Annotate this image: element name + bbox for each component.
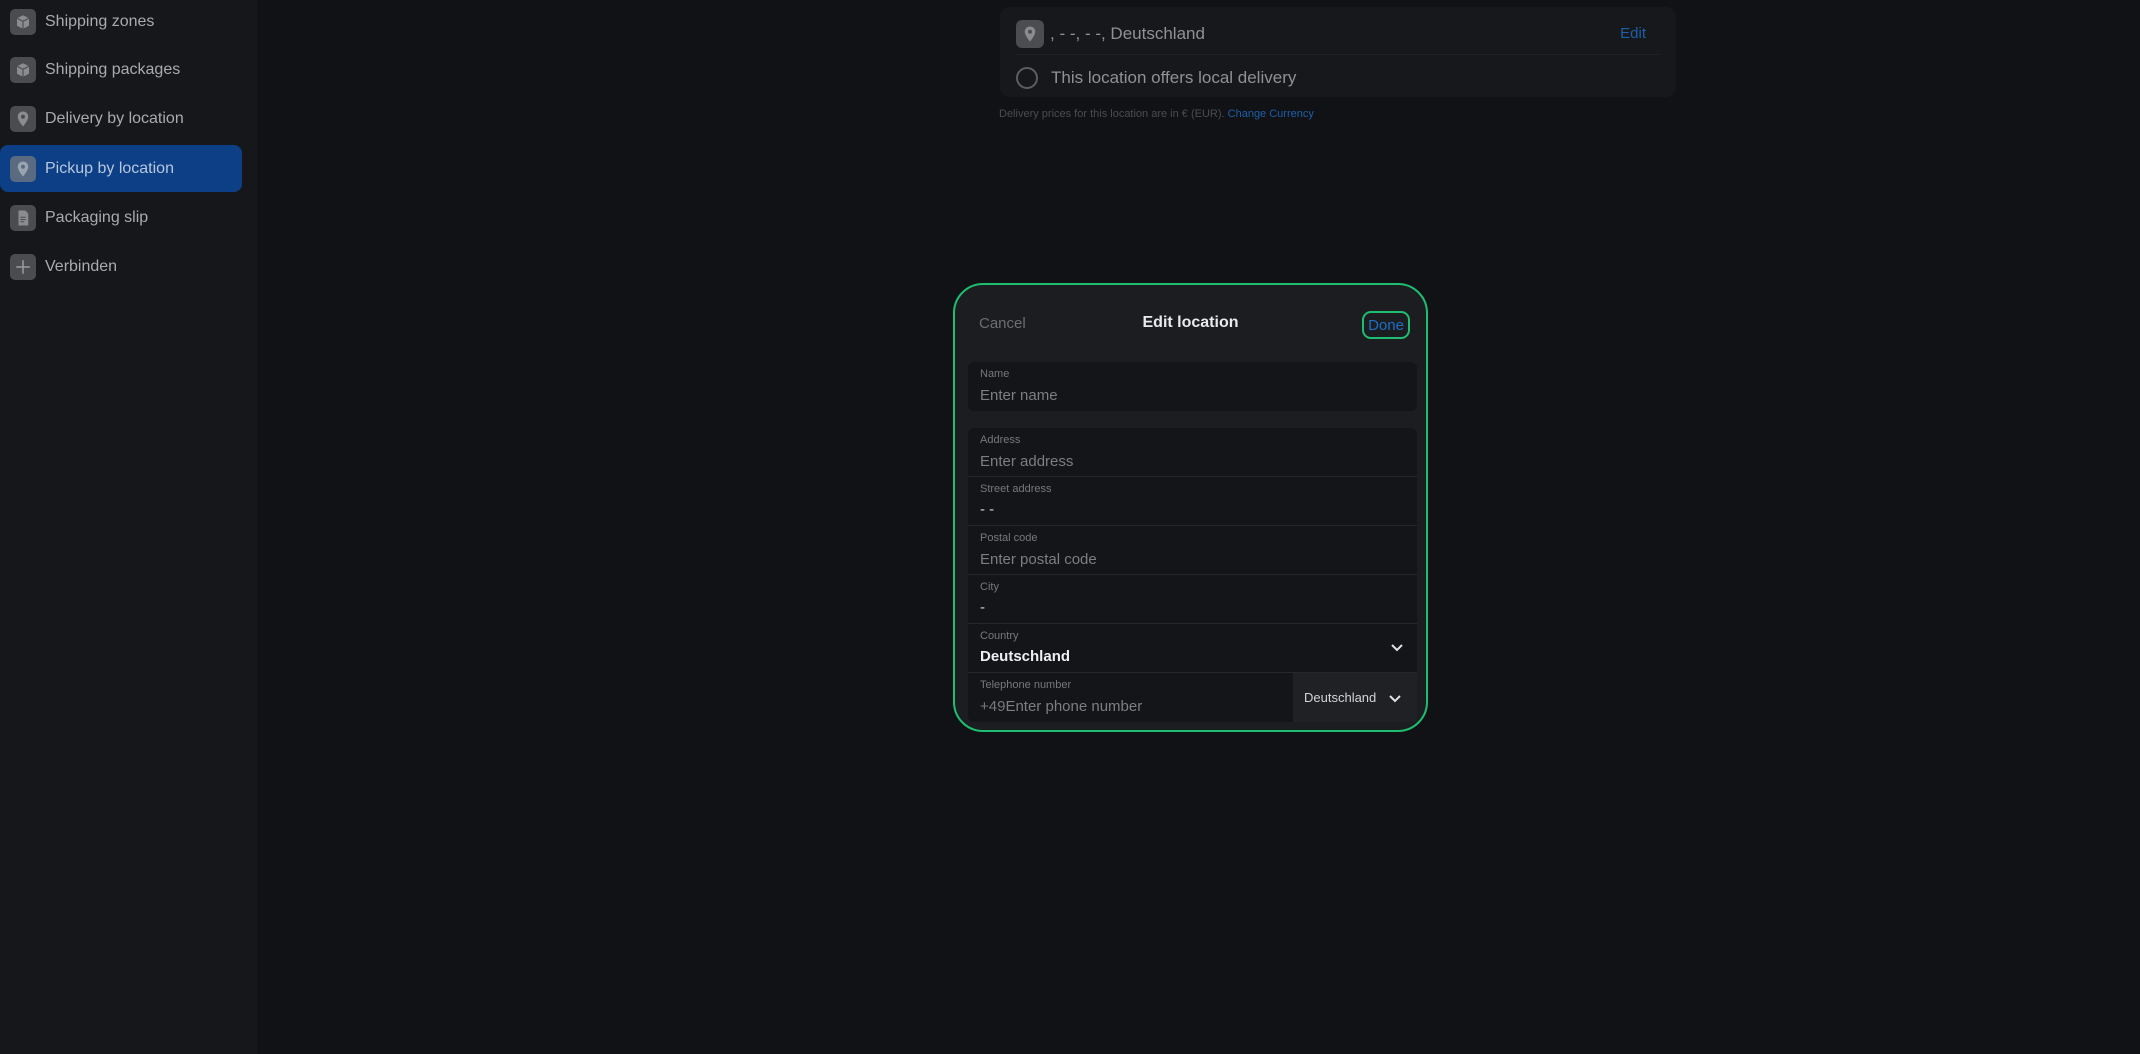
modal-title: Edit location — [1142, 314, 1239, 331]
plus-icon — [10, 253, 36, 280]
sidebar-item-label: Pickup by location — [45, 159, 174, 177]
postal-label: Postal code — [980, 532, 1038, 544]
box-icon — [10, 8, 36, 35]
postal-input[interactable] — [980, 550, 1405, 568]
country-field[interactable]: Country Deutschland — [968, 624, 1417, 673]
box-icon — [10, 56, 36, 83]
country-value[interactable]: Deutschland — [980, 648, 1405, 666]
phone-prefix: +49 — [980, 697, 1006, 715]
address-label: Address — [980, 434, 1021, 446]
location-address: , - -, - -, Deutschland — [1050, 23, 1205, 43]
sidebar-item-shipping-zones[interactable]: Shipping zones — [0, 0, 242, 45]
postal-field[interactable]: Postal code — [968, 526, 1417, 575]
address-field[interactable]: Address — [968, 428, 1417, 477]
street-field[interactable]: Street address - - — [968, 477, 1417, 526]
sidebar-item-pickup-by-location[interactable]: Pickup by location — [0, 145, 242, 192]
location-address-row: , - -, - -, Deutschland Edit — [1016, 13, 1660, 55]
document-icon — [10, 204, 36, 231]
name-label: Name — [980, 368, 1010, 380]
sidebar: Shipping zones Shipping packages Deliver… — [0, 0, 257, 1054]
location-card: , - -, - -, Deutschland Edit This locati… — [1000, 7, 1676, 97]
currency-note-text: Delivery prices for this location are in… — [999, 108, 1228, 120]
street-value[interactable]: - - — [980, 501, 1405, 519]
local-delivery-row[interactable]: This location offers local delivery — [1016, 63, 1296, 93]
sidebar-item-verbinden[interactable]: Verbinden — [0, 243, 242, 290]
location-pin-icon — [1016, 19, 1044, 48]
city-field[interactable]: City - — [968, 575, 1417, 624]
sidebar-item-label: Delivery by location — [45, 109, 184, 127]
done-button[interactable]: Done — [1362, 311, 1410, 339]
phone-country-select[interactable]: Deutschland — [1293, 673, 1417, 722]
phone-country-value: Deutschland — [1304, 690, 1377, 705]
sidebar-item-label: Shipping zones — [45, 12, 155, 30]
local-delivery-radio[interactable] — [1016, 67, 1038, 89]
name-group: Name — [968, 362, 1417, 411]
name-field[interactable]: Name — [968, 362, 1417, 411]
address-input[interactable] — [980, 452, 1405, 470]
country-label: Country — [980, 630, 1019, 642]
street-label: Street address — [980, 483, 1052, 495]
modal-header: Cancel Edit location Done — [955, 285, 1426, 365]
local-delivery-label: This location offers local delivery — [1051, 68, 1297, 87]
city-value[interactable]: - — [980, 599, 1405, 617]
phone-input[interactable] — [1005, 697, 1266, 715]
currency-note: Delivery prices for this location are in… — [999, 108, 1314, 120]
name-input[interactable] — [980, 386, 1405, 404]
chevron-down-icon[interactable] — [1389, 639, 1405, 655]
phone-field[interactable]: Telephone number +49 Deutschland — [968, 673, 1417, 722]
sidebar-item-label: Shipping packages — [45, 60, 181, 78]
location-pin-icon — [10, 155, 36, 182]
edit-location-link[interactable]: Edit — [1620, 25, 1646, 42]
change-currency-link[interactable]: Change Currency — [1228, 108, 1314, 120]
sidebar-item-shipping-packages[interactable]: Shipping packages — [0, 46, 242, 93]
edit-location-modal: Cancel Edit location Done Name Address S… — [953, 283, 1428, 732]
app-root: Shipping zones Shipping packages Deliver… — [0, 0, 2140, 1054]
location-pin-icon — [10, 105, 36, 132]
sidebar-item-label: Packaging slip — [45, 208, 149, 226]
city-label: City — [980, 581, 999, 593]
sidebar-item-delivery-by-location[interactable]: Delivery by location — [0, 95, 242, 142]
sidebar-item-label: Verbinden — [45, 257, 118, 275]
sidebar-item-packaging-slip[interactable]: Packaging slip — [0, 194, 242, 241]
chevron-down-icon — [1389, 695, 1401, 703]
address-group: Address Street address - - Postal code C… — [968, 428, 1417, 722]
